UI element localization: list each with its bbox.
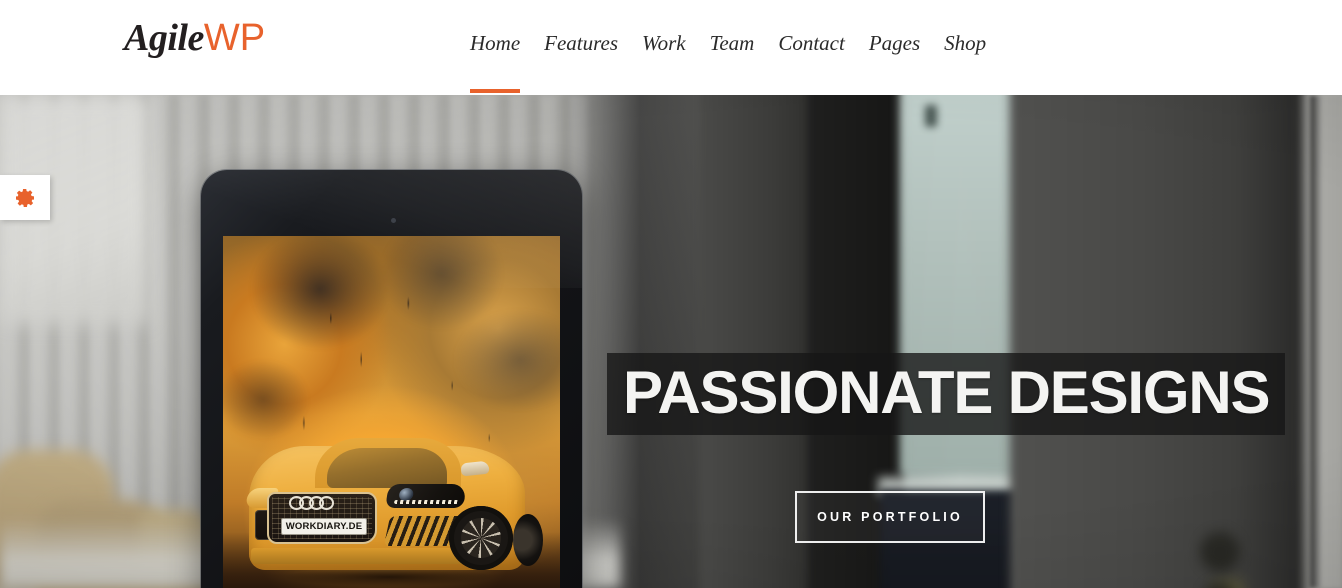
site-logo[interactable]: AgileWP (124, 16, 265, 60)
nav-item-contact[interactable]: Contact (778, 0, 845, 95)
nav-item-shop[interactable]: Shop (944, 0, 986, 95)
site-header: AgileWP Home Features Work Team Contact … (0, 0, 1342, 95)
tablet-device: WORKDIARY.DE (201, 170, 582, 588)
our-portfolio-button-label: OUR PORTFOLIO (817, 510, 963, 524)
nav-item-label: Home (470, 31, 521, 55)
nav-item-features[interactable]: Features (544, 0, 618, 95)
nav-item-label: Team (709, 31, 755, 55)
nav-active-indicator (470, 89, 521, 93)
nav-item-label: Features (544, 31, 619, 55)
car-rear-wheel (513, 514, 543, 566)
nav-item-label: Work (642, 31, 686, 55)
logo-accent-text: WP (203, 17, 266, 59)
car-windshield (327, 448, 447, 488)
sports-car-illustration: WORKDIARY.DE (237, 432, 543, 588)
car-led-strip (393, 500, 459, 504)
hero-title-banner: PASSIONATE DESIGNS (607, 353, 1286, 435)
our-portfolio-button[interactable]: OUR PORTFOLIO (795, 491, 985, 543)
hero-title: PASSIONATE DESIGNS (623, 359, 1270, 426)
nav-item-label: Shop (944, 31, 987, 55)
main-navigation: Home Features Work Team Contact Pages Sh… (470, 0, 986, 95)
nav-item-work[interactable]: Work (642, 0, 686, 95)
tablet-camera (391, 218, 396, 223)
logo-primary-text: Agile (124, 17, 204, 59)
settings-panel-toggle[interactable] (0, 175, 50, 220)
car-front-wheel (449, 506, 513, 570)
car-license-plate: WORKDIARY.DE (281, 518, 367, 535)
nav-item-team[interactable]: Team (710, 0, 755, 95)
nav-item-label: Pages (868, 31, 921, 55)
license-plate-text: WORKDIARY.DE (285, 521, 363, 532)
gear-icon (16, 188, 34, 207)
nav-item-home[interactable]: Home (470, 0, 521, 95)
car-wheel-spokes (461, 518, 501, 558)
car-front-lip (251, 548, 471, 564)
nav-item-label: Contact (778, 31, 845, 55)
hero-section: WORKDIARY.DE PASSIONATE DESIGNS OUR PORT… (0, 95, 1342, 588)
page-root: AgileWP Home Features Work Team Contact … (0, 0, 1342, 588)
tablet-screen: WORKDIARY.DE (223, 236, 560, 588)
car-right-headlight (385, 484, 467, 508)
car-brand-rings-icon (289, 496, 341, 510)
nav-item-pages[interactable]: Pages (869, 0, 920, 95)
ring (319, 496, 334, 510)
